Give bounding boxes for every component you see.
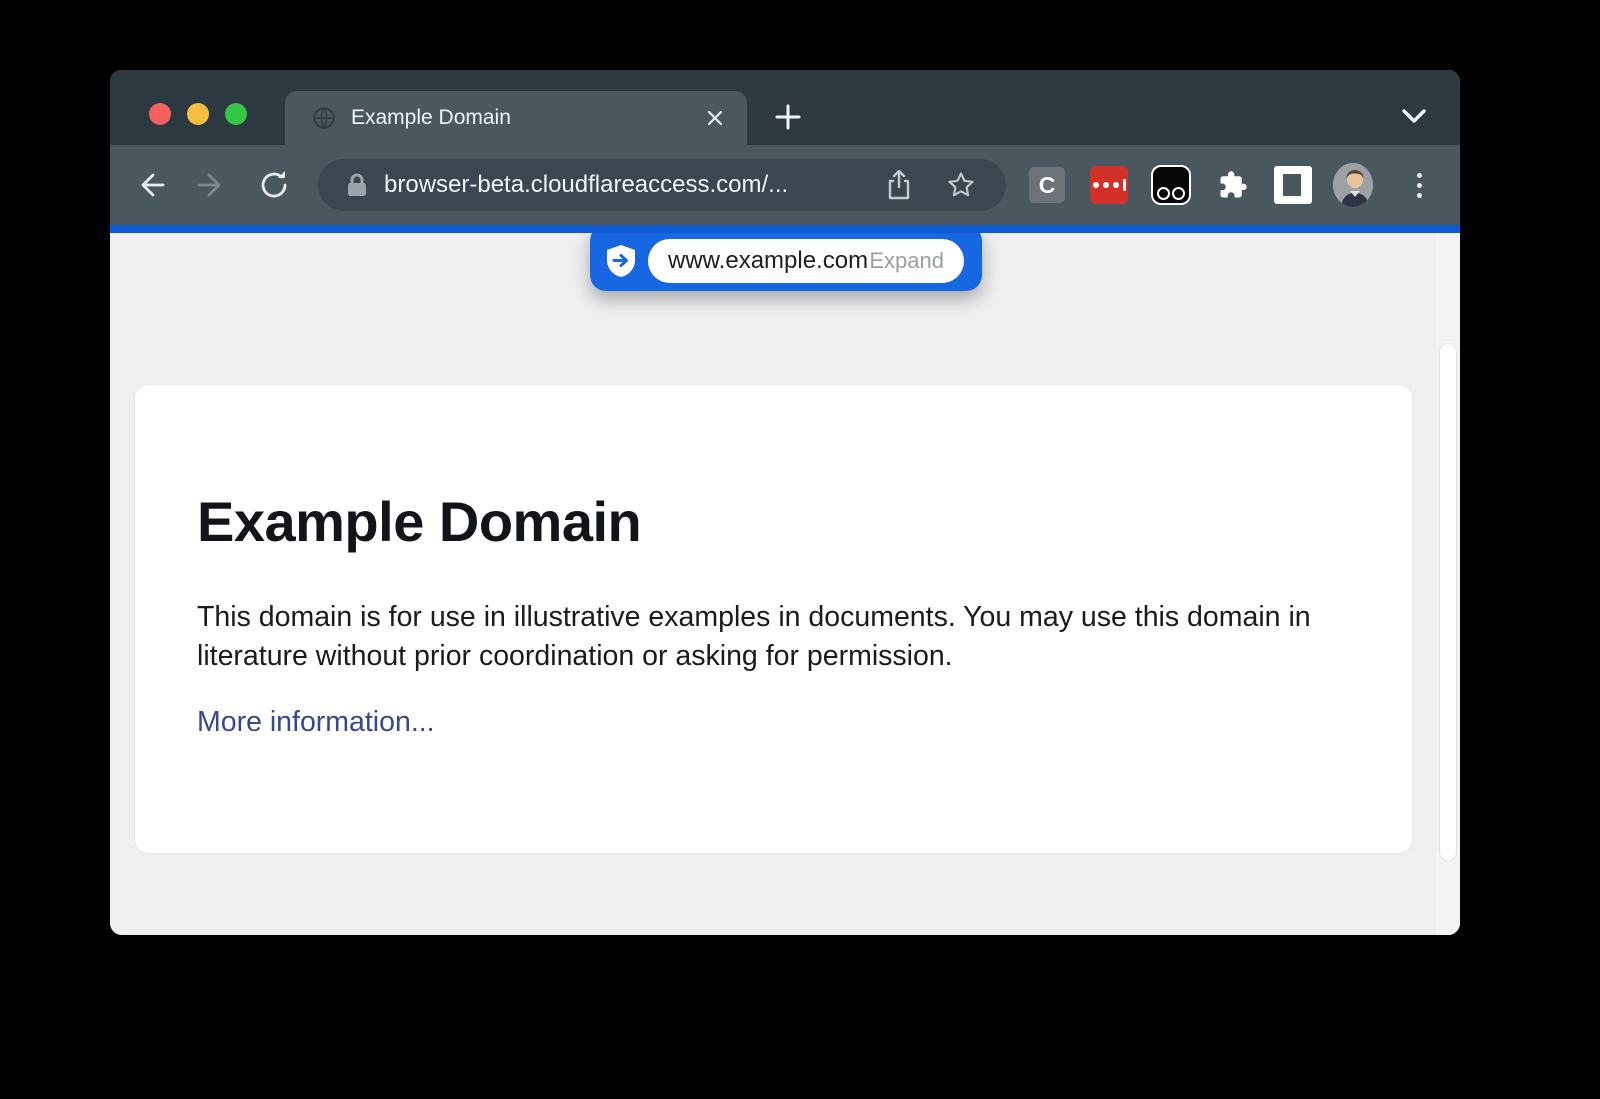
tab-title: Example Domain bbox=[351, 106, 705, 130]
avatar bbox=[1333, 163, 1373, 207]
new-tab-button[interactable] bbox=[770, 99, 806, 135]
tab-strip: Example Domain bbox=[110, 70, 1460, 145]
isolated-domain: www.example.com bbox=[668, 247, 868, 275]
window-square-icon bbox=[1274, 166, 1312, 204]
globe-favicon-icon bbox=[311, 105, 337, 131]
binoculars-icon bbox=[1151, 165, 1191, 205]
lock-icon bbox=[346, 172, 368, 198]
url-text: browser-beta.cloudflareaccess.com/... bbox=[384, 171, 886, 199]
extension-camera-button[interactable] bbox=[1151, 165, 1191, 205]
profile-avatar[interactable] bbox=[1333, 165, 1373, 205]
extension-lastpass-button[interactable] bbox=[1089, 165, 1129, 205]
more-information-link[interactable]: More information... bbox=[197, 706, 435, 739]
bookmark-star-icon[interactable] bbox=[946, 170, 976, 200]
browser-window: Example Domain browser-b bbox=[110, 70, 1460, 935]
isolation-indicator-pill[interactable]: www.example.com Expand bbox=[590, 233, 982, 291]
address-bar[interactable]: browser-beta.cloudflareaccess.com/... bbox=[318, 159, 1006, 211]
toolbar: browser-beta.cloudflareaccess.com/... C bbox=[110, 145, 1460, 225]
side-panel-button[interactable] bbox=[1273, 165, 1313, 205]
page-viewport: www.example.com Expand Example Domain Th… bbox=[110, 233, 1460, 935]
puzzle-icon bbox=[1218, 170, 1248, 200]
page-title: Example Domain bbox=[197, 489, 1412, 554]
scrollbar-track[interactable] bbox=[1436, 233, 1460, 935]
lastpass-icon bbox=[1090, 166, 1128, 204]
scrollbar-thumb[interactable] bbox=[1439, 343, 1457, 861]
extensions-menu-button[interactable] bbox=[1213, 165, 1253, 205]
page-paragraph: This domain is for use in illustrative e… bbox=[197, 598, 1352, 676]
tab-close-icon[interactable] bbox=[705, 108, 725, 128]
shield-arrow-icon bbox=[605, 244, 637, 278]
extension-c-badge: C bbox=[1029, 167, 1065, 203]
tab-example-domain[interactable]: Example Domain bbox=[285, 91, 747, 145]
extension-c-button[interactable]: C bbox=[1027, 165, 1067, 205]
chevron-down-icon[interactable] bbox=[1400, 107, 1428, 127]
isolation-accent-bar bbox=[110, 225, 1460, 233]
share-icon[interactable] bbox=[886, 170, 912, 200]
isolated-domain-field[interactable]: www.example.com Expand bbox=[648, 239, 964, 283]
close-window-button[interactable] bbox=[149, 103, 171, 125]
minimize-window-button[interactable] bbox=[187, 103, 209, 125]
forward-button[interactable] bbox=[194, 167, 230, 203]
kebab-menu-icon bbox=[1417, 173, 1422, 198]
content-card: Example Domain This domain is for use in… bbox=[135, 385, 1412, 853]
back-button[interactable] bbox=[132, 167, 168, 203]
maximize-window-button[interactable] bbox=[225, 103, 247, 125]
reload-button[interactable] bbox=[256, 167, 292, 203]
browser-menu-button[interactable] bbox=[1399, 165, 1439, 205]
expand-button[interactable]: Expand bbox=[869, 248, 944, 274]
